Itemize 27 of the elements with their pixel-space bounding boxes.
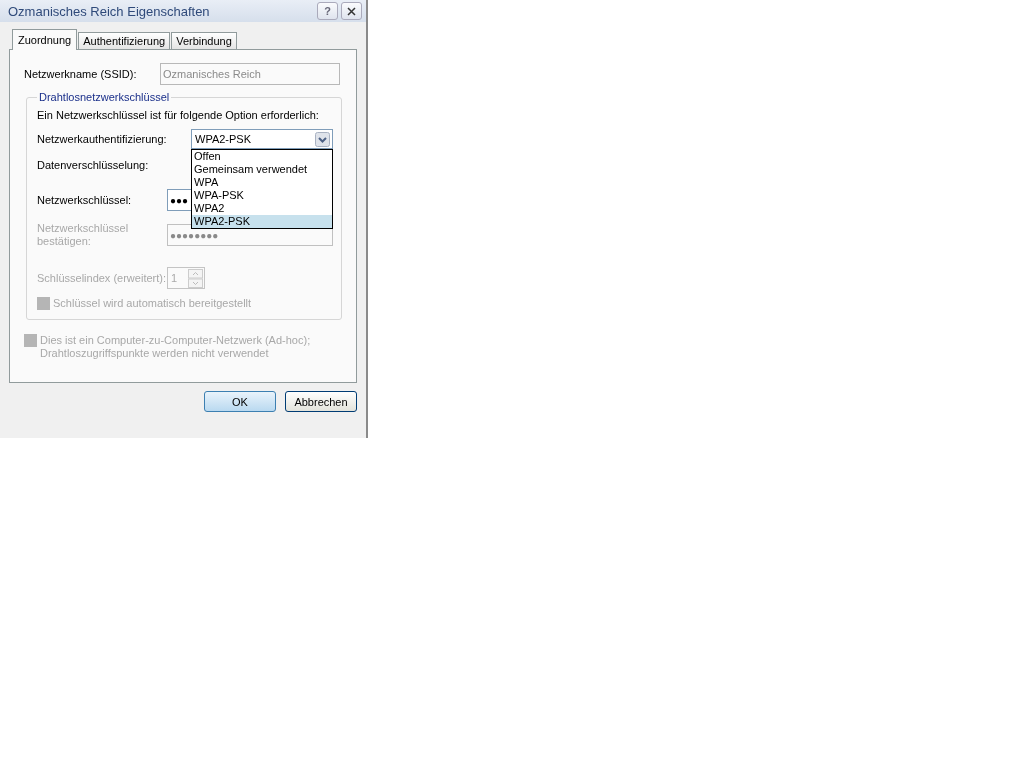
spinner-arrows-icon: [188, 268, 203, 288]
group-legend: Drahtlosnetzwerkschlüssel: [37, 91, 172, 103]
intro-text: Ein Netzwerkschlüssel ist für folgende Option erforderlich:: [37, 109, 320, 121]
field-label: Netzwerkname (SSID):: [24, 68, 138, 80]
field-label: Netzwerkschlüssel bestätigen:: [37, 222, 130, 248]
tab[interactable]: Zuordnung: [12, 29, 78, 50]
checkbox-label: Dies ist ein Computer-zu-Computer-Netzwerk (Ad-hoc); Drahtloszugriffspunkte werden nicht verwendet: [40, 334, 312, 360]
auth-combobox[interactable]: WPA2-PSK: [191, 129, 333, 149]
dropdown-option[interactable]: Offen: [192, 150, 332, 163]
dropdown-option[interactable]: WPA2-PSK: [192, 215, 332, 228]
field-label: Netzwerkschlüssel:: [37, 194, 133, 206]
window-title: Ozmanisches Reich Eigenschaften: [8, 3, 210, 19]
dropdown-option[interactable]: WPA2: [192, 202, 332, 215]
field-label: Schlüsselindex (erweitert):: [37, 272, 167, 284]
field-label: Datenverschlüsselung:: [37, 159, 150, 171]
tab[interactable]: Authentifizierung: [78, 32, 171, 49]
ok-button[interactable]: OK: [204, 391, 276, 412]
dropdown-option[interactable]: WPA-PSK: [192, 189, 332, 202]
dropdown-option[interactable]: Gemeinsam verwendet: [192, 163, 332, 176]
cancel-button[interactable]: Abbrechen: [285, 391, 357, 412]
dropdown-option[interactable]: WPA: [192, 176, 332, 189]
close-icon: [347, 6, 356, 16]
checkbox-label: Schlüssel wird automatisch bereitgestellt: [53, 297, 252, 309]
help-button[interactable]: ?: [317, 2, 338, 20]
tab[interactable]: Verbindung: [171, 32, 237, 49]
field-label: Netzwerkauthentifizierung:: [37, 133, 168, 145]
close-button[interactable]: [341, 2, 362, 20]
